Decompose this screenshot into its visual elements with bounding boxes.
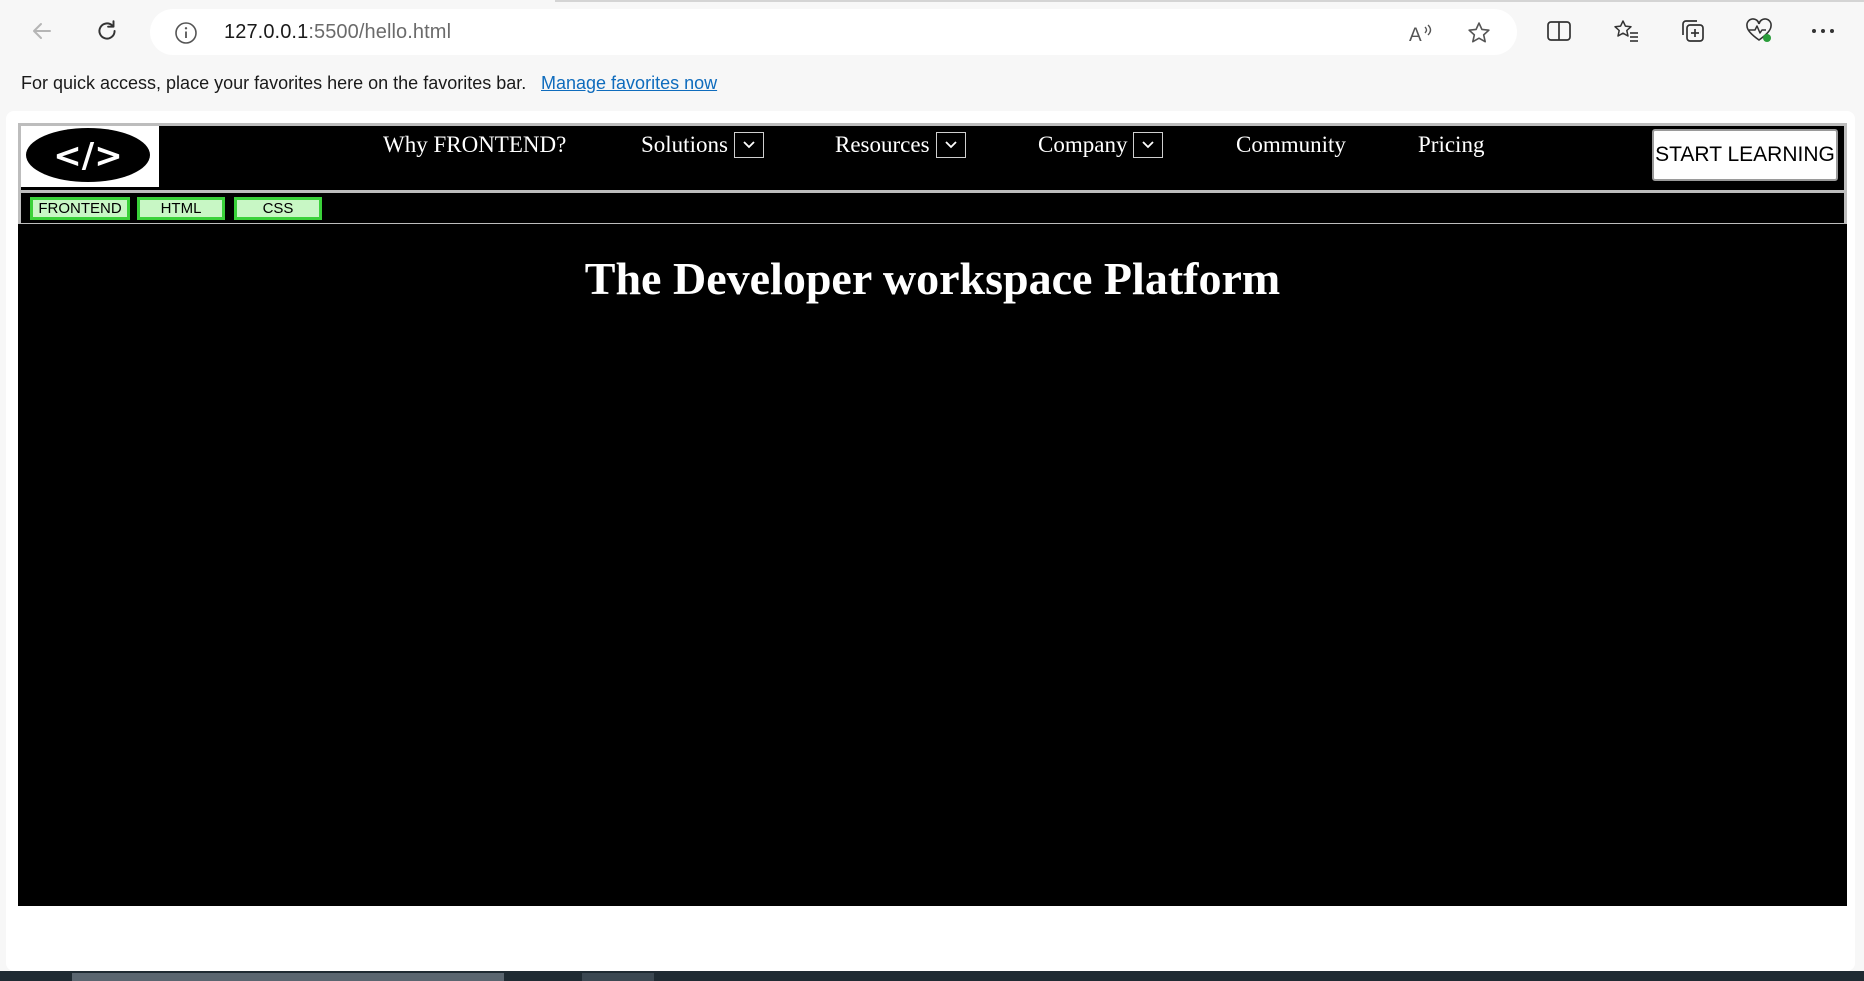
back-button[interactable] bbox=[20, 9, 64, 53]
heart-pulse-icon bbox=[1746, 18, 1772, 42]
back-arrow-icon bbox=[33, 23, 51, 39]
tab-edge bbox=[555, 0, 1864, 2]
chevron-down-icon[interactable] bbox=[733, 132, 764, 158]
split-screen-button[interactable] bbox=[1537, 9, 1581, 53]
chevron-down-icon[interactable] bbox=[935, 132, 966, 158]
favorites-list-icon bbox=[1614, 20, 1638, 42]
refresh-icon bbox=[98, 20, 116, 40]
url-path: :5500/hello.html bbox=[308, 21, 452, 43]
tag-html[interactable]: HTML bbox=[137, 197, 225, 220]
hero-title: The Developer workspace Platform bbox=[584, 253, 1281, 304]
url-host: 127.0.0.1 bbox=[224, 21, 309, 43]
star-icon[interactable] bbox=[1464, 18, 1494, 48]
nav-label: Company bbox=[1038, 132, 1128, 157]
page-viewport: </> Why FRONTEND? Solutions Resources Co… bbox=[6, 111, 1855, 971]
read-aloud-icon[interactable]: A bbox=[1406, 18, 1436, 48]
nav-label: Community bbox=[1236, 132, 1346, 157]
manage-favorites-link[interactable]: Manage favorites now bbox=[541, 73, 717, 94]
nav-solutions[interactable]: Solutions bbox=[641, 128, 764, 162]
logo-text: </> bbox=[53, 136, 122, 176]
code-logo-icon: </> bbox=[26, 128, 150, 182]
url-text[interactable]: 127.0.0.1:5500/hello.html bbox=[224, 9, 451, 55]
taskbar-segment bbox=[72, 973, 504, 981]
tag-row: FRONTEND HTML CSS bbox=[18, 190, 1847, 226]
more-ellipsis-icon bbox=[1812, 29, 1834, 33]
address-bar[interactable]: 127.0.0.1:5500/hello.html A bbox=[150, 9, 1517, 55]
browser-essentials-button[interactable] bbox=[1737, 9, 1781, 53]
hero-section: The Developer workspace Platform bbox=[18, 224, 1847, 906]
taskbar-segment bbox=[582, 973, 654, 981]
tag-css[interactable]: CSS bbox=[234, 197, 322, 220]
nav-pricing[interactable]: Pricing bbox=[1418, 128, 1484, 162]
more-button[interactable] bbox=[1801, 9, 1845, 53]
nav-label: Solutions bbox=[641, 132, 728, 157]
refresh-button[interactable] bbox=[85, 9, 129, 53]
info-icon[interactable] bbox=[174, 21, 198, 45]
nav-label: Pricing bbox=[1418, 132, 1485, 157]
nav-community[interactable]: Community bbox=[1236, 128, 1346, 162]
collections-icon bbox=[1682, 20, 1704, 42]
collections-button[interactable] bbox=[1671, 9, 1715, 53]
favorites-message: For quick access, place your favorites h… bbox=[21, 73, 527, 93]
taskbar-strip bbox=[0, 971, 1864, 981]
nav-resources[interactable]: Resources bbox=[835, 128, 966, 162]
favorites-button[interactable] bbox=[1604, 9, 1648, 53]
browser-toolbar: 127.0.0.1:5500/hello.html A bbox=[0, 3, 1864, 61]
nav-label: Why FRONTEND? bbox=[383, 132, 567, 157]
logo[interactable]: </> bbox=[21, 126, 159, 187]
nav-company[interactable]: Company bbox=[1038, 128, 1164, 162]
svg-text:A: A bbox=[1409, 25, 1422, 45]
tag-frontend[interactable]: FRONTEND bbox=[30, 197, 130, 220]
start-learning-button[interactable]: START LEARNING bbox=[1652, 129, 1838, 181]
favorites-bar: For quick access, place your favorites h… bbox=[0, 61, 1864, 107]
nav-why-frontend[interactable]: Why FRONTEND? bbox=[383, 128, 566, 162]
split-screen-icon bbox=[1547, 21, 1571, 41]
nav-label: Resources bbox=[835, 132, 930, 157]
chevron-down-icon[interactable] bbox=[1133, 132, 1164, 158]
